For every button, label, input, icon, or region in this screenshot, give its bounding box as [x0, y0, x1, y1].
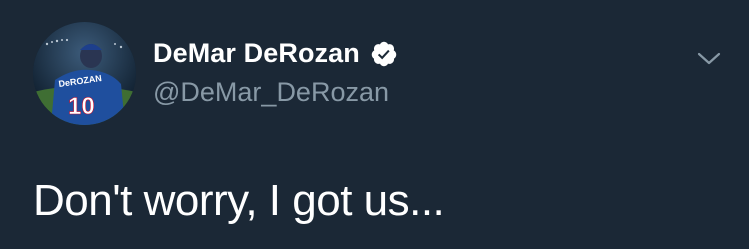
- chevron-down-icon: [697, 52, 721, 65]
- tweet-text: Don't worry, I got us...: [33, 176, 445, 225]
- user-handle[interactable]: @DeMar_DeRozan: [153, 77, 389, 108]
- author-name-row: DeMar DeRozan: [153, 38, 398, 69]
- display-name[interactable]: DeMar DeRozan: [153, 38, 360, 69]
- avatar-image: DeROZAN 10: [33, 22, 136, 125]
- avatar-jersey-number: 10: [68, 93, 95, 120]
- tweet-card: DeROZAN 10 DeMar DeRozan @DeMar_DeRozan …: [0, 0, 749, 249]
- avatar[interactable]: DeROZAN 10: [33, 22, 136, 125]
- more-options-button[interactable]: [694, 44, 724, 74]
- verified-badge-icon: [370, 40, 398, 68]
